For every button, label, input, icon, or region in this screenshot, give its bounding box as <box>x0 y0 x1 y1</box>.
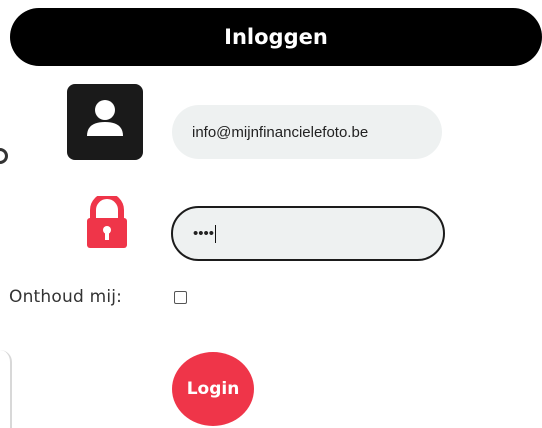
password-mask: •••• <box>193 225 215 242</box>
partial-ring-icon <box>0 148 8 164</box>
remember-me-checkbox[interactable] <box>174 291 187 304</box>
user-icon <box>67 84 143 160</box>
lock-icon <box>87 196 127 248</box>
left-panel-edge <box>0 350 12 428</box>
remember-me-label: Onthoud mij: <box>9 287 123 307</box>
text-caret <box>215 224 217 243</box>
page-title: Inloggen <box>224 25 328 49</box>
password-field[interactable]: •••• <box>171 206 445 261</box>
email-field[interactable] <box>172 105 442 159</box>
login-button[interactable]: Login <box>172 352 254 426</box>
header-bar: Inloggen <box>10 8 542 66</box>
